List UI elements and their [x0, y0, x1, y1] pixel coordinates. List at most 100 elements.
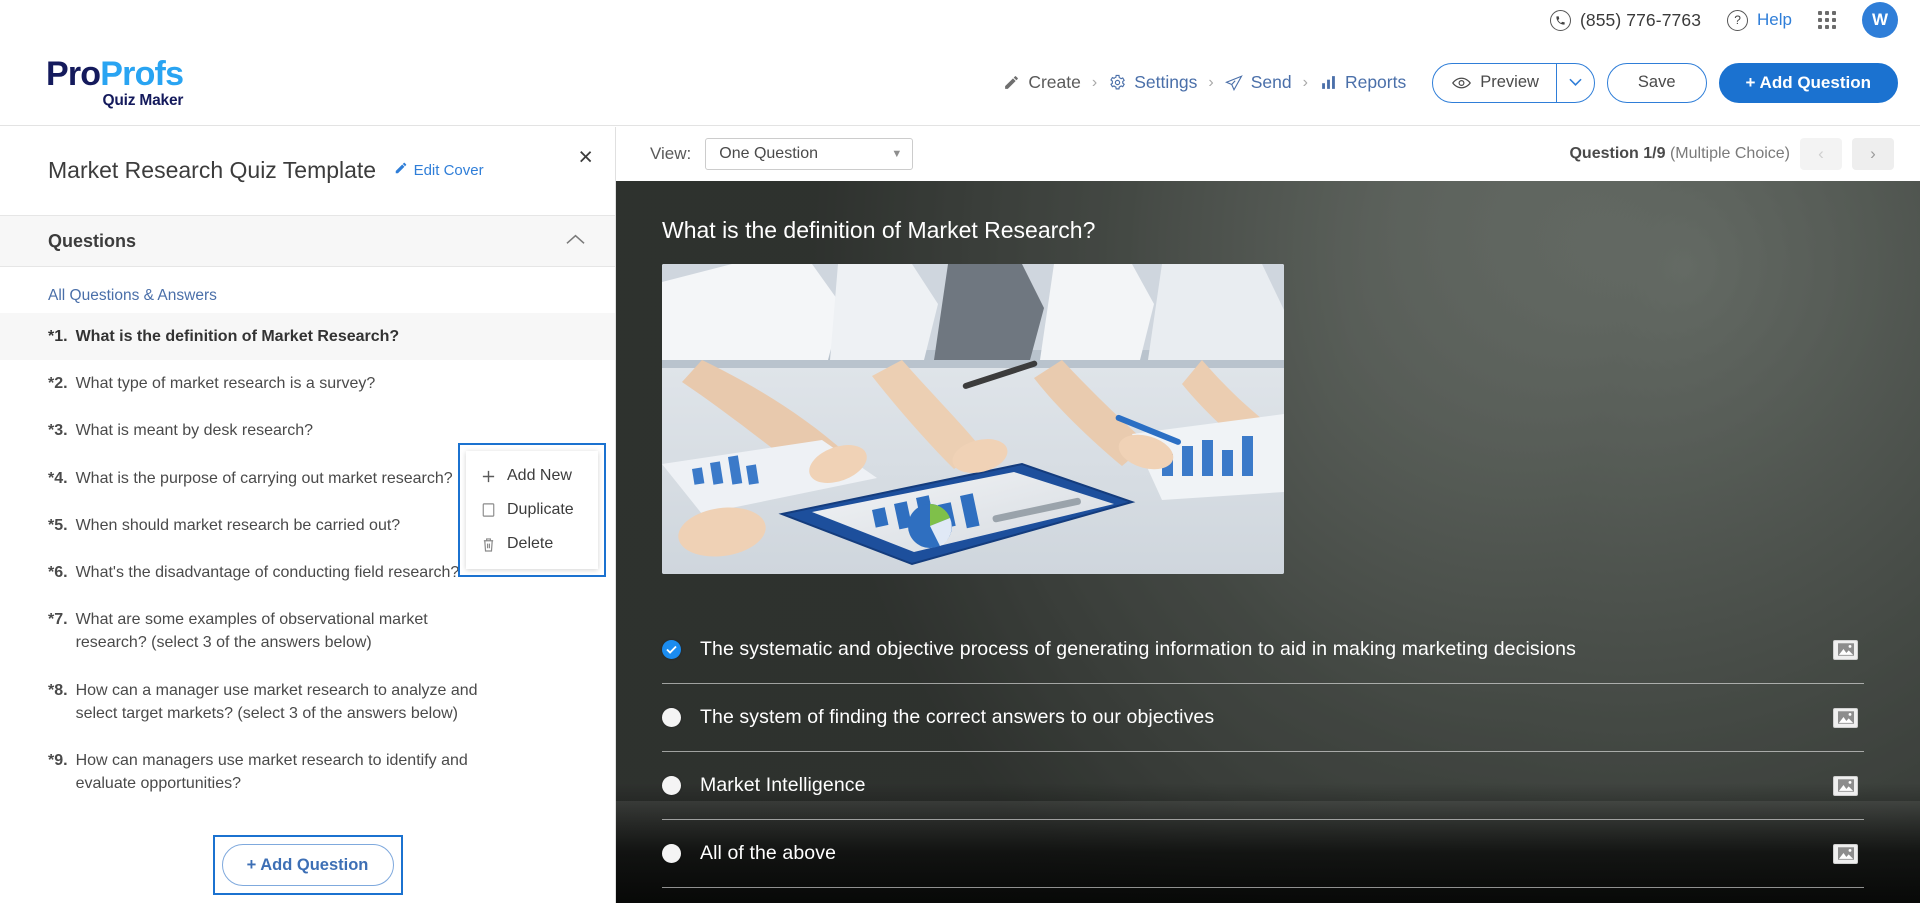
image-icon[interactable] [1833, 639, 1858, 660]
answer-option[interactable]: The system of finding the correct answer… [662, 684, 1864, 752]
question-text: What is the purpose of carrying out mark… [75, 469, 453, 487]
chevron-down-icon[interactable] [1555, 63, 1594, 102]
utility-bar: (855) 776-7763 ? Help W [0, 0, 1920, 40]
answer-option[interactable]: Market Intelligence [662, 752, 1864, 820]
brand-name-part1: Pro [46, 54, 101, 93]
list-item[interactable]: *9. How can managers use market research… [0, 737, 615, 807]
answer-option-text: The system of finding the correct answer… [700, 706, 1215, 728]
next-question-button[interactable]: › [1852, 138, 1894, 170]
add-question-focus-frame: + Add Question [212, 835, 403, 896]
copy-icon [480, 503, 496, 517]
help-link[interactable]: ? Help [1727, 9, 1792, 31]
breadcrumb-separator: › [1208, 73, 1214, 91]
pencil-icon [394, 161, 408, 179]
close-icon[interactable]: × [578, 145, 593, 170]
question-text: How can a manager use market research to… [75, 681, 478, 722]
context-menu-duplicate-label: Duplicate [507, 501, 574, 518]
answer-option-text: Market Intelligence [700, 774, 866, 796]
list-item[interactable]: *2. What type of market research is a su… [0, 360, 615, 407]
question-number: *1. [48, 328, 68, 345]
breadcrumb: Create › Settings › Send › Reports [1002, 72, 1406, 93]
question-navigator: Question 1/9 (Multiple Choice) ‹ › [1569, 138, 1894, 170]
trash-icon [480, 537, 496, 552]
breadcrumb-create[interactable]: Create [1002, 72, 1081, 93]
question-counter: Question 1/9 (Multiple Choice) [1569, 145, 1790, 163]
answer-options-list: The systematic and objective process of … [662, 616, 1864, 903]
breadcrumb-reports-label: Reports [1344, 72, 1407, 92]
preview-toolbar: View: One Question ▼ Question 1/9 (Multi… [616, 127, 1920, 181]
question-number: *2. [48, 375, 68, 393]
question-counter-value: Question 1/9 [1569, 145, 1666, 162]
question-number: *8. [48, 681, 68, 699]
view-mode-select[interactable]: One Question ▼ [705, 138, 914, 170]
image-icon[interactable] [1833, 707, 1858, 728]
answer-option-text: All of the above [700, 842, 837, 864]
question-text: What is the definition of Market Researc… [75, 328, 400, 345]
question-mark-icon: ? [1727, 9, 1749, 31]
apps-grid-icon[interactable] [1818, 11, 1836, 29]
context-menu-add-new-label: Add New [507, 467, 572, 484]
preview-label: Preview [1480, 73, 1539, 91]
breadcrumb-settings[interactable]: Settings [1108, 72, 1197, 93]
add-question-button-header[interactable]: + Add Question [1718, 62, 1898, 103]
paper-plane-icon [1225, 73, 1244, 92]
question-text: What is meant by desk research? [75, 422, 314, 440]
question-number: *9. [48, 751, 68, 769]
question-type: (Multiple Choice) [1669, 145, 1790, 162]
brand-logo[interactable]: ProProfs Quiz Maker [46, 54, 184, 109]
question-text: What's the disadvantage of conducting fi… [75, 563, 460, 581]
breadcrumb-send[interactable]: Send [1225, 72, 1292, 93]
question-image[interactable] [662, 264, 1284, 574]
app-root: (855) 776-7763 ? Help W ProProfs Quiz Ma… [0, 0, 1920, 903]
add-question-button-sidebar[interactable]: + Add Question [221, 844, 394, 887]
all-questions-answers-link[interactable]: All Questions & Answers [0, 267, 615, 313]
breadcrumb-reports[interactable]: Reports [1319, 72, 1406, 93]
view-mode-value: One Question [719, 145, 818, 162]
preview-question-title: What is the definition of Market Researc… [662, 217, 1096, 243]
question-number: *6. [48, 563, 68, 581]
edit-cover-label: Edit Cover [413, 161, 484, 179]
plus-icon [480, 469, 496, 484]
option-radio-icon[interactable] [662, 776, 681, 795]
question-text: How can managers use market research to … [75, 751, 468, 793]
breadcrumb-settings-label: Settings [1134, 72, 1198, 92]
list-item[interactable]: *7. What are some examples of observatio… [0, 596, 615, 666]
option-radio-icon[interactable] [662, 708, 681, 727]
chevron-up-icon[interactable] [566, 232, 585, 250]
context-menu-duplicate[interactable]: Duplicate [466, 493, 598, 527]
question-text: When should market research be carried o… [75, 516, 401, 534]
question-text: What type of market research is a survey… [75, 375, 376, 393]
answer-option[interactable]: None of the above [662, 888, 1864, 903]
preview-panel: View: One Question ▼ Question 1/9 (Multi… [616, 127, 1920, 903]
context-menu-delete[interactable]: Delete [466, 527, 598, 561]
breadcrumb-create-label: Create [1028, 72, 1081, 92]
image-icon[interactable] [1833, 843, 1858, 864]
list-item[interactable]: *1. What is the definition of Market Res… [0, 313, 615, 361]
list-item[interactable]: *8. How can a manager use market researc… [0, 667, 615, 737]
breadcrumb-separator: › [1091, 73, 1098, 91]
question-number: *5. [48, 516, 68, 534]
question-number: *7. [48, 611, 68, 629]
option-checked-icon[interactable] [662, 640, 681, 659]
save-button[interactable]: Save [1606, 62, 1707, 103]
answer-option[interactable]: The systematic and objective process of … [662, 616, 1864, 684]
edit-cover-button[interactable]: Edit Cover [394, 161, 484, 179]
previous-question-button[interactable]: ‹ [1800, 138, 1842, 170]
answer-option-text: The systematic and objective process of … [700, 638, 1576, 660]
preview-button[interactable]: Preview [1433, 64, 1556, 102]
breadcrumb-separator: › [1302, 73, 1308, 91]
phone-contact[interactable]: (855) 776-7763 [1549, 9, 1701, 31]
question-number: *4. [48, 469, 68, 487]
gear-icon [1108, 73, 1127, 92]
context-menu-add-new[interactable]: Add New [466, 459, 598, 493]
option-radio-icon[interactable] [662, 844, 681, 863]
questions-section-header[interactable]: Questions [0, 215, 615, 267]
image-icon[interactable] [1833, 775, 1858, 796]
eye-icon [1452, 73, 1472, 92]
panel-header: Market Research Quiz Template Edit Cover… [0, 127, 615, 215]
page-title: Market Research Quiz Template [48, 157, 377, 183]
view-label: View: [650, 144, 692, 163]
answer-option[interactable]: All of the above [662, 820, 1864, 888]
avatar[interactable]: W [1862, 2, 1898, 38]
questions-section-label: Questions [48, 230, 137, 251]
